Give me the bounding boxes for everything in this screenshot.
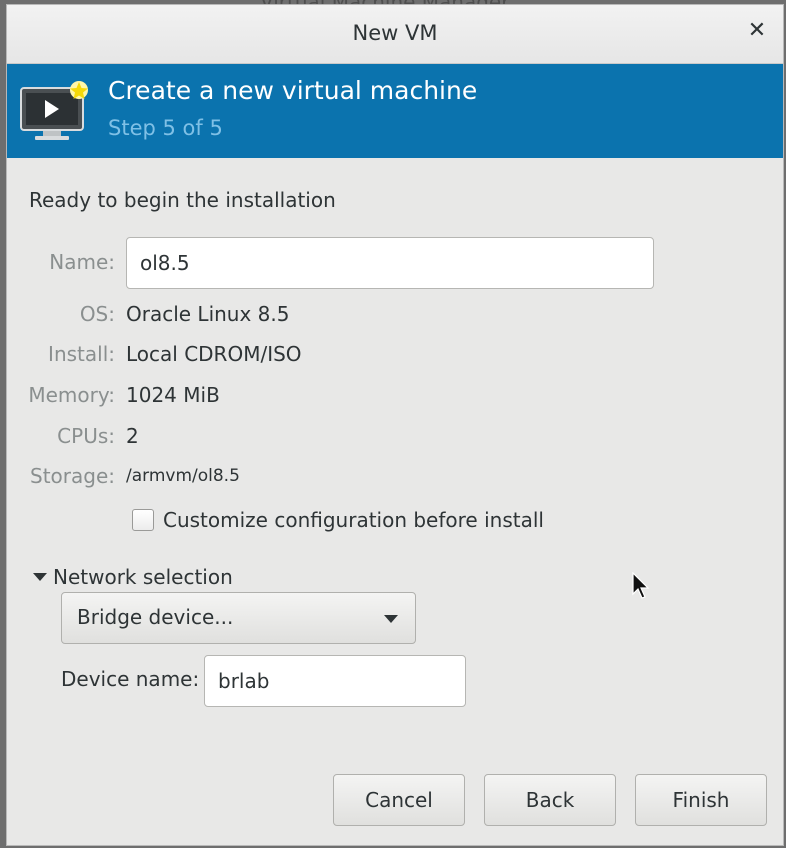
mouse-pointer-icon — [632, 572, 650, 599]
install-label: Install: — [48, 342, 115, 366]
memory-label: Memory: — [28, 383, 115, 407]
customize-checkbox-row[interactable]: Customize configuration before install — [132, 508, 544, 532]
storage-label: Storage: — [30, 464, 115, 488]
cpus-label: CPUs: — [57, 424, 115, 448]
finish-button[interactable]: Finish — [635, 774, 767, 826]
os-value: Oracle Linux 8.5 — [126, 302, 290, 326]
chevron-down-icon — [384, 615, 398, 623]
customize-checkbox[interactable] — [132, 509, 154, 531]
network-source-dropdown[interactable]: Bridge device... — [61, 592, 416, 644]
name-input[interactable] — [126, 237, 654, 289]
dialog-titlebar: New VM ✕ — [7, 5, 783, 64]
close-icon[interactable]: ✕ — [745, 19, 769, 43]
network-selection-expander[interactable]: Network selection — [33, 565, 233, 589]
wizard-heading: Create a new virtual machine — [108, 76, 478, 105]
wizard-step: Step 5 of 5 — [108, 116, 223, 140]
cpus-value: 2 — [126, 424, 139, 448]
name-label: Name: — [49, 250, 115, 274]
back-button[interactable]: Back — [484, 774, 616, 826]
install-value: Local CDROM/ISO — [126, 342, 302, 366]
customize-checkbox-label: Customize configuration before install — [163, 508, 544, 532]
memory-value: 1024 MiB — [126, 383, 220, 407]
network-source-value: Bridge device... — [77, 605, 234, 629]
triangle-down-icon — [33, 573, 47, 581]
ready-text: Ready to begin the installation — [29, 188, 336, 212]
device-name-label: Device name: — [61, 667, 200, 691]
os-label: OS: — [79, 302, 115, 326]
wizard-banner: Create a new virtual machine Step 5 of 5 — [7, 64, 783, 158]
device-name-input[interactable] — [204, 655, 466, 707]
storage-value: /armvm/ol8.5 — [126, 466, 240, 486]
cancel-button[interactable]: Cancel — [333, 774, 465, 826]
network-selection-label: Network selection — [53, 565, 233, 589]
dialog-title: New VM — [352, 21, 438, 45]
new-vm-dialog: New VM ✕ Create a new virtual machine St… — [6, 4, 784, 846]
vm-monitor-new-icon — [20, 81, 88, 140]
